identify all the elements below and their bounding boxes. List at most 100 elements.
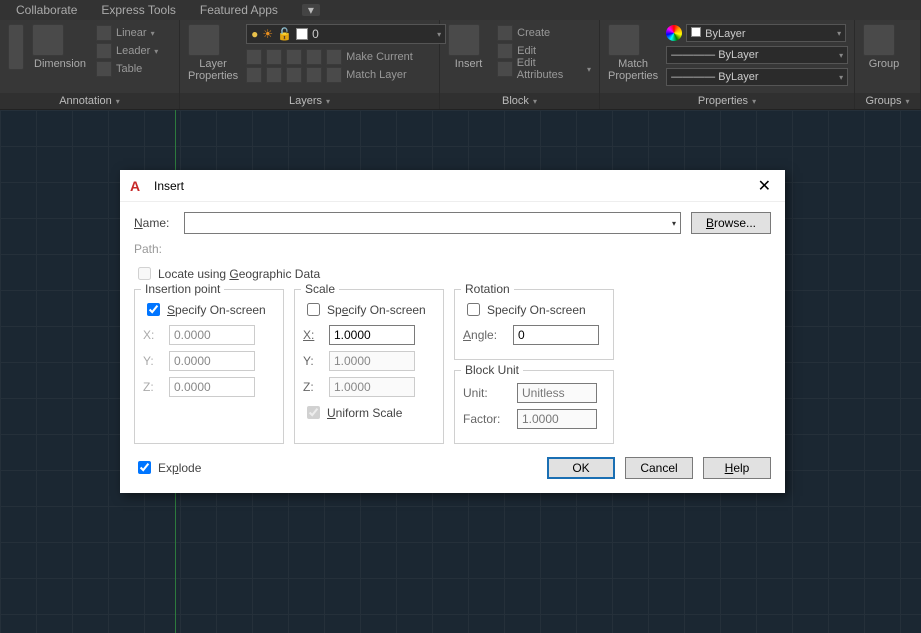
factor-label: Factor: <box>463 412 507 426</box>
dialog-title: Insert <box>154 179 184 193</box>
rotation-specify-checkbox[interactable] <box>467 303 480 316</box>
text-icon <box>8 24 24 70</box>
table-icon <box>96 61 112 77</box>
browse-button[interactable]: Browse... <box>691 212 771 234</box>
scale-specify-checkbox[interactable] <box>307 303 320 316</box>
edit-attributes-label: Edit Attributes <box>517 57 583 81</box>
scale-z-label: Z: <box>303 380 319 394</box>
make-current-icon[interactable] <box>326 49 342 65</box>
panel-groups: Group Groups ▾ <box>855 20 921 109</box>
linetype-combo[interactable]: ———— ByLayer▾ <box>666 68 848 86</box>
dimension-button[interactable]: Dimension <box>32 24 88 70</box>
group-block-unit: Block Unit Unit: Factor: <box>454 370 614 444</box>
menu-express-tools[interactable]: Express Tools <box>101 3 175 17</box>
group-insertion: Insertion point Specify On-screen X: Y: … <box>134 289 284 444</box>
ins-x-field <box>169 325 255 345</box>
leader-label: Leader <box>116 45 150 57</box>
linetype-value: ByLayer <box>718 71 758 83</box>
panel-layers-title[interactable]: Layers <box>289 95 322 107</box>
ok-button[interactable]: OK <box>547 457 615 479</box>
edit-icon <box>497 43 513 59</box>
lineweight-value: ByLayer <box>718 49 758 61</box>
edit-attributes-icon <box>497 61 513 77</box>
match-properties-button[interactable]: Match Properties <box>608 24 658 82</box>
ribbon-overflow-icon[interactable]: ▾ <box>302 4 320 16</box>
group-rotation: Rotation Specify On-screen Angle: <box>454 289 614 360</box>
insertion-specify-label: Specify On-screen <box>167 303 266 317</box>
edit-attributes-button[interactable]: Edit Attributes ▾ <box>497 60 591 78</box>
panel-annotation: Dimension Linear▾ Leader▾ Table Annotati… <box>0 20 180 109</box>
color-wheel-icon[interactable] <box>666 25 682 41</box>
make-current-label[interactable]: Make Current <box>346 51 413 63</box>
explode-checkbox[interactable] <box>138 461 151 474</box>
color-value: ByLayer <box>705 28 745 40</box>
ins-z-field <box>169 377 255 397</box>
ins-x-label: X: <box>143 328 159 342</box>
leader-icon <box>96 43 112 59</box>
group-button[interactable]: Group <box>863 24 905 70</box>
panel-properties: Match Properties ByLayer ▾ ———— ByLayer▾… <box>600 20 855 109</box>
table-label: Table <box>116 63 142 75</box>
unit-field <box>517 383 597 403</box>
edit-label: Edit <box>517 45 536 57</box>
layer-tool-icon[interactable] <box>306 67 322 83</box>
ins-z-label: Z: <box>143 380 159 394</box>
rotation-legend: Rotation <box>461 282 514 296</box>
scale-specify-label: Specify On-screen <box>327 303 426 317</box>
scale-legend: Scale <box>301 282 339 296</box>
scale-x-field[interactable] <box>329 325 415 345</box>
group-icon <box>863 24 895 56</box>
layer-combo[interactable]: ● ☀ 🔓 0 ▾ <box>246 24 446 44</box>
geo-checkbox <box>138 267 151 280</box>
panel-annotation-title[interactable]: Annotation <box>59 95 112 107</box>
linear-label: Linear <box>116 27 147 39</box>
insert-block-button[interactable]: Insert <box>448 24 489 70</box>
explode-label: Explode <box>158 461 201 475</box>
layer-tool-icon[interactable] <box>286 49 302 65</box>
scale-z-field <box>329 377 415 397</box>
match-properties-label: Match Properties <box>608 58 658 82</box>
create-icon <box>497 25 513 41</box>
ribbon: Dimension Linear▾ Leader▾ Table Annotati… <box>0 20 921 110</box>
insertion-specify-checkbox[interactable] <box>147 303 160 316</box>
layer-properties-button[interactable]: Layer Properties <box>188 24 238 82</box>
layer-properties-label: Layer Properties <box>188 58 238 82</box>
color-combo[interactable]: ByLayer ▾ <box>686 24 846 42</box>
panel-properties-title[interactable]: Properties <box>698 95 748 107</box>
menu-featured-apps[interactable]: Featured Apps <box>200 3 278 17</box>
match-layer-icon[interactable] <box>326 67 342 83</box>
layer-tool-icon[interactable] <box>246 49 262 65</box>
table-button[interactable]: Table <box>96 60 158 78</box>
dimension-label: Dimension <box>34 58 86 70</box>
insert-dialog: Insert ✕ Name: ▾ Browse... Path: Locate … <box>120 170 785 493</box>
panel-block-title[interactable]: Block <box>502 95 529 107</box>
cancel-button[interactable]: Cancel <box>625 457 693 479</box>
lineweight-combo[interactable]: ———— ByLayer▾ <box>666 46 848 64</box>
panel-groups-title[interactable]: Groups <box>865 95 901 107</box>
unit-label: Unit: <box>463 386 507 400</box>
layer-tool-icon[interactable] <box>306 49 322 65</box>
layer-name: 0 <box>312 27 319 41</box>
angle-field[interactable] <box>513 325 599 345</box>
uniform-scale-label: Uniform Scale <box>327 406 402 420</box>
linear-button[interactable]: Linear▾ <box>96 24 158 42</box>
panel-layers: Layer Properties ● ☀ 🔓 0 ▾ Make <box>180 20 440 109</box>
close-icon[interactable]: ✕ <box>754 176 775 196</box>
group-scale: Scale Specify On-screen X: Y: Z: Uniform… <box>294 289 444 444</box>
match-layer-label[interactable]: Match Layer <box>346 69 407 81</box>
linear-icon <box>96 25 112 41</box>
help-button[interactable]: Help <box>703 457 771 479</box>
name-label: Name: <box>134 216 174 230</box>
layer-tool-icon[interactable] <box>266 49 282 65</box>
name-select[interactable]: ▾ <box>184 212 681 234</box>
layer-tool-icon[interactable] <box>286 67 302 83</box>
group-label: Group <box>869 58 900 70</box>
layer-tool-icon[interactable] <box>266 67 282 83</box>
layer-properties-icon <box>188 24 220 56</box>
create-block-button[interactable]: Create <box>497 24 591 42</box>
menu-collaborate[interactable]: Collaborate <box>16 3 77 17</box>
block-unit-legend: Block Unit <box>461 363 523 377</box>
leader-button[interactable]: Leader▾ <box>96 42 158 60</box>
layer-tool-icon[interactable] <box>246 67 262 83</box>
text-button[interactable] <box>8 24 24 72</box>
